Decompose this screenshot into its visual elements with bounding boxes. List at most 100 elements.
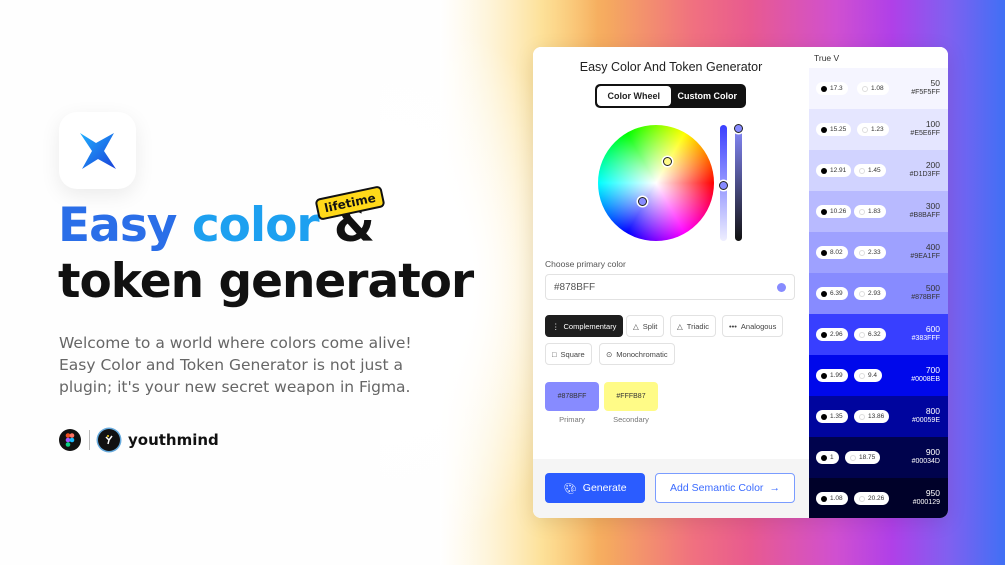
black-dot-icon bbox=[821, 249, 827, 256]
shade-row[interactable]: 10.26 1.83 300 #B8BAFF bbox=[809, 191, 948, 232]
white-dot-icon bbox=[859, 372, 865, 379]
black-dot-icon bbox=[821, 126, 827, 133]
black-dot-icon bbox=[821, 85, 827, 92]
contrast-black-pill: 12.91 bbox=[816, 164, 852, 177]
plugin-footer: 🎨︎ Generate Add Semantic Color → bbox=[533, 459, 809, 518]
white-dot-icon bbox=[862, 126, 868, 133]
shade-name: 900 bbox=[925, 447, 940, 457]
add-semantic-color-button[interactable]: Add Semantic Color → bbox=[655, 473, 795, 503]
secondary-color-handle[interactable] bbox=[663, 157, 672, 166]
contrast-white-pill: 1.08 bbox=[857, 82, 889, 95]
primary-color-dot bbox=[777, 282, 786, 292]
black-dot-icon bbox=[821, 331, 827, 338]
contrast-white-value: 1.08 bbox=[871, 85, 884, 92]
contrast-black-value: 1.08 bbox=[830, 495, 843, 502]
primary-swatch[interactable]: #878BFF bbox=[545, 382, 599, 411]
harmony-square[interactable]: □ Square bbox=[545, 343, 592, 365]
contrast-white-value: 1.45 bbox=[868, 167, 881, 174]
contrast-white-value: 1.23 bbox=[871, 126, 884, 133]
black-dot-icon bbox=[821, 495, 827, 502]
split-icon: △ bbox=[633, 321, 639, 331]
primary-color-value: #878BFF bbox=[554, 281, 596, 293]
harmony-triadic[interactable]: △ Triadic bbox=[670, 315, 717, 337]
shade-hex: #9EA1FF bbox=[910, 253, 940, 260]
shade-name: 300 bbox=[925, 201, 940, 211]
contrast-white-pill: 2.93 bbox=[854, 287, 886, 300]
shade-row[interactable]: 2.96 6.32 600 #383FFF bbox=[809, 314, 948, 355]
brightness-slider-handle[interactable] bbox=[719, 181, 728, 190]
contrast-black-value: 2.96 bbox=[830, 331, 843, 338]
contrast-black-pill: 17.3 bbox=[816, 82, 848, 95]
shade-name: 100 bbox=[925, 119, 940, 129]
secondary-swatch-label: Secondary bbox=[613, 415, 649, 424]
contrast-white-value: 6.32 bbox=[868, 331, 881, 338]
contrast-white-value: 9.4 bbox=[868, 372, 878, 379]
contrast-black-pill: 1 bbox=[816, 451, 839, 464]
contrast-black-pill: 15.25 bbox=[816, 123, 852, 136]
white-dot-icon bbox=[862, 85, 868, 92]
shades-header: True V bbox=[814, 53, 840, 63]
contrast-black-pill: 1.99 bbox=[816, 369, 848, 382]
harmony-complementary[interactable]: ⋮ Complementary bbox=[545, 315, 624, 337]
contrast-white-value: 2.33 bbox=[868, 249, 881, 256]
shade-row[interactable]: 6.39 2.93 500 #878BFF bbox=[809, 273, 948, 314]
black-dot-icon bbox=[821, 290, 827, 297]
tab-custom-color[interactable]: Custom Color bbox=[671, 86, 745, 106]
shade-row[interactable]: 15.25 1.23 100 #E5E6FF bbox=[809, 109, 948, 150]
shade-name: 400 bbox=[925, 242, 940, 252]
shade-row[interactable]: 12.91 1.45 200 #D1D3FF bbox=[809, 150, 948, 191]
darkness-slider-handle[interactable] bbox=[734, 124, 743, 133]
contrast-black-pill: 10.26 bbox=[816, 205, 852, 218]
contrast-black-value: 12.91 bbox=[830, 167, 847, 174]
white-dot-icon bbox=[859, 413, 865, 420]
harmony-analogous[interactable]: ••• Analogous bbox=[722, 315, 784, 337]
headline-line2: token generator bbox=[58, 254, 474, 309]
contrast-black-value: 1.99 bbox=[830, 372, 843, 379]
contrast-black-value: 1 bbox=[830, 454, 834, 461]
black-dot-icon bbox=[821, 413, 827, 420]
shade-row[interactable]: 17.3 1.08 50 #F5F5FF bbox=[809, 68, 948, 109]
shade-name: 50 bbox=[930, 78, 940, 88]
contrast-white-value: 13.86 bbox=[868, 413, 885, 420]
contrast-black-value: 17.3 bbox=[830, 85, 843, 92]
secondary-swatch[interactable]: #FFFB87 bbox=[604, 382, 658, 411]
harmony-monochromatic[interactable]: ⊙ Monochromatic bbox=[599, 343, 675, 365]
contrast-black-pill: 1.08 bbox=[816, 492, 848, 505]
primary-color-handle[interactable] bbox=[638, 197, 647, 206]
analogous-icon: ••• bbox=[729, 321, 737, 331]
harmony-label: Square bbox=[560, 349, 585, 359]
contrast-white-pill: 1.83 bbox=[854, 205, 886, 218]
contrast-white-pill: 1.45 bbox=[854, 164, 886, 177]
shade-row[interactable]: 8.02 2.33 400 #9EA1FF bbox=[809, 232, 948, 273]
shade-row[interactable]: 1 18.75 900 #00034D bbox=[809, 437, 948, 478]
tab-color-wheel[interactable]: Color Wheel bbox=[597, 86, 671, 106]
shade-name: 200 bbox=[925, 160, 940, 170]
semantic-label: Add Semantic Color bbox=[670, 482, 764, 494]
shade-hex: #00034D bbox=[911, 458, 940, 465]
shade-hex: #E5E6FF bbox=[910, 130, 940, 137]
shade-row[interactable]: 1.99 9.4 700 #0008EB bbox=[809, 355, 948, 396]
black-dot-icon bbox=[821, 372, 827, 379]
contrast-black-pill: 6.39 bbox=[816, 287, 848, 300]
harmony-label: Triadic bbox=[686, 321, 710, 331]
shade-row[interactable]: 1.35 13.86 800 #00059E bbox=[809, 396, 948, 437]
mode-toggle: Color Wheel Custom Color bbox=[595, 84, 746, 108]
brand-row: youthmind bbox=[59, 429, 219, 451]
app-star-icon bbox=[79, 132, 116, 169]
plugin-window: Easy Color And Token Generator Color Whe… bbox=[533, 47, 948, 518]
contrast-white-pill: 9.4 bbox=[854, 369, 883, 382]
harmony-split[interactable]: △ Split bbox=[626, 315, 665, 337]
primary-swatch-label: Primary bbox=[559, 415, 585, 424]
contrast-black-value: 8.02 bbox=[830, 249, 843, 256]
contrast-black-pill: 1.35 bbox=[816, 410, 848, 423]
headline-color: color bbox=[191, 198, 320, 253]
darkness-slider[interactable] bbox=[735, 125, 742, 241]
harmony-label: Analogous bbox=[740, 321, 777, 331]
contrast-white-pill: 20.26 bbox=[854, 492, 890, 505]
generate-button[interactable]: 🎨︎ Generate bbox=[545, 473, 645, 503]
generator-pane: Easy Color And Token Generator Color Whe… bbox=[533, 47, 809, 518]
contrast-white-value: 1.83 bbox=[868, 208, 881, 215]
shade-row[interactable]: 1.08 20.26 950 #000129 bbox=[809, 478, 948, 518]
color-wheel[interactable] bbox=[598, 125, 714, 241]
primary-color-input[interactable]: #878BFF bbox=[545, 274, 795, 300]
